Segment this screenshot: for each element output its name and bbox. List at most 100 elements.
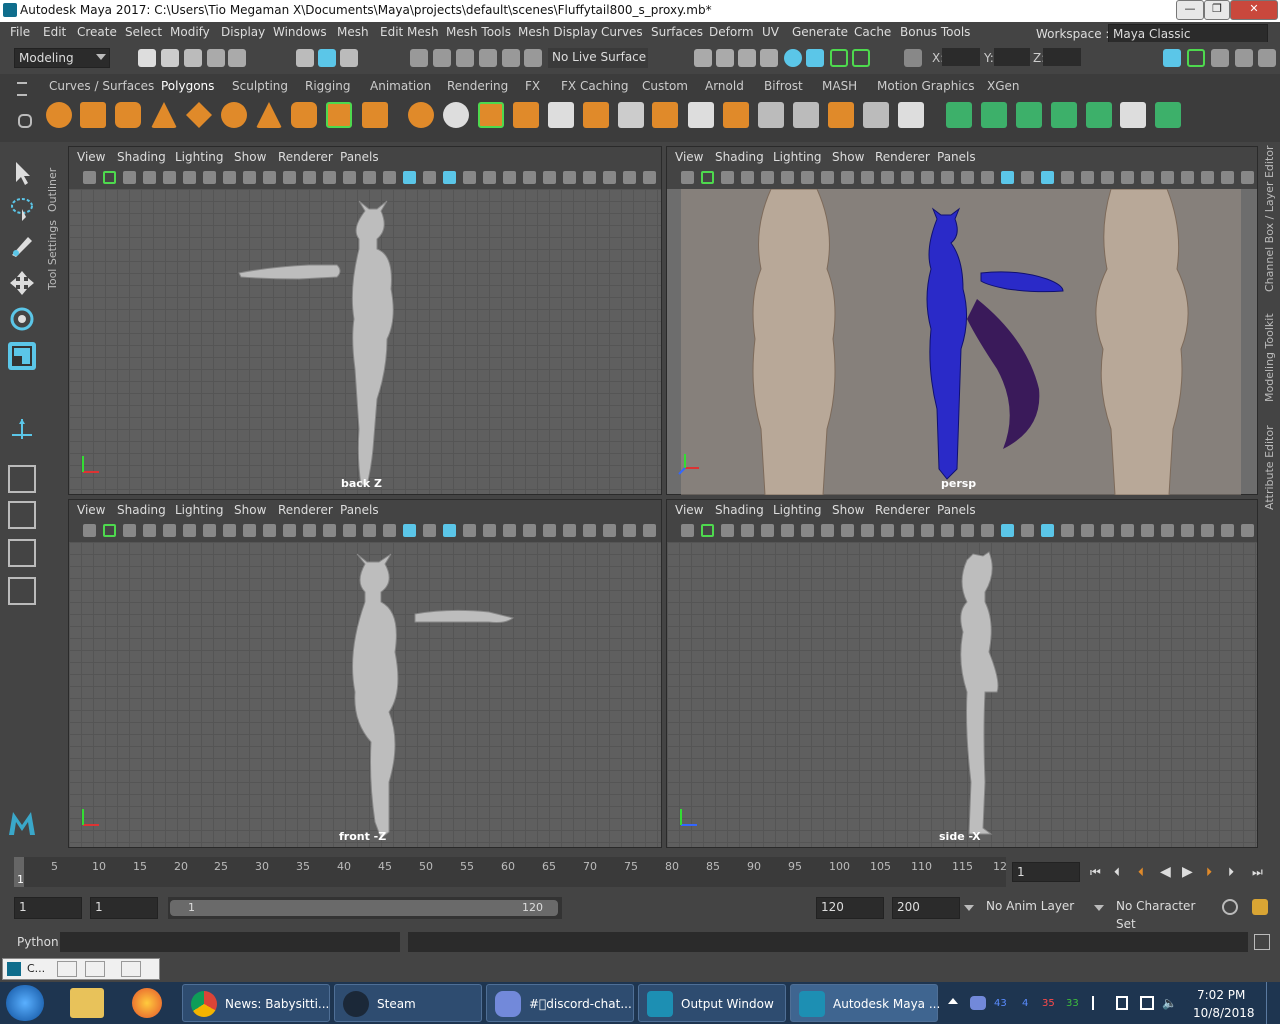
smooth-icon[interactable] (478, 102, 504, 128)
save-scene-icon[interactable] (184, 49, 202, 67)
firefox-icon[interactable] (132, 988, 162, 1018)
viewport-toolbar-icon[interactable] (243, 171, 256, 184)
viewport-toolbar-icon[interactable] (1101, 524, 1114, 537)
move-tool-icon[interactable] (8, 269, 36, 297)
ipr-render-icon[interactable] (738, 49, 756, 67)
channel-box-tab[interactable]: Channel Box / Layer Editor (1263, 145, 1279, 292)
soft-modification-icon[interactable] (8, 415, 36, 443)
viewport-toolbar-icon[interactable] (741, 524, 754, 537)
playback-start-field[interactable]: 1 (90, 897, 158, 919)
viewport-toolbar-icon[interactable] (861, 524, 874, 537)
taskbar-item-output-window[interactable]: Output Window (638, 984, 786, 1022)
lasso-tool-icon[interactable] (8, 195, 36, 223)
viewport-toolbar-icon[interactable] (503, 171, 516, 184)
viewport-toolbar-icon[interactable] (1001, 171, 1014, 184)
viewport-canvas[interactable]: back Z (69, 189, 661, 494)
z-coordinate-field[interactable] (1043, 48, 1081, 66)
viewport-toolbar-icon[interactable] (1041, 171, 1054, 184)
menu-select[interactable]: Select (125, 25, 162, 39)
viewport-toolbar-icon[interactable] (841, 171, 854, 184)
shelf-tab-rendering[interactable]: Rendering (447, 79, 508, 93)
script-language-label[interactable]: Python (17, 935, 59, 949)
layer-editor-icon[interactable] (1258, 49, 1276, 67)
viewport-toolbar-icon[interactable] (861, 171, 874, 184)
viewport-toolbar-icon[interactable] (1061, 524, 1074, 537)
menu-display[interactable]: Display (221, 25, 265, 39)
viewport-toolbar-icon[interactable] (403, 524, 416, 537)
shelf-tab-custom[interactable]: Custom (642, 79, 688, 93)
viewport-toolbar-icon[interactable] (801, 524, 814, 537)
relax-icon[interactable] (1086, 102, 1112, 128)
vp-menu-show[interactable]: Show (234, 150, 266, 164)
viewport-toolbar-icon[interactable] (1061, 171, 1074, 184)
restore-button[interactable]: ❐ (1204, 0, 1230, 20)
viewport-toolbar-icon[interactable] (283, 171, 296, 184)
viewport-toolbar-icon[interactable] (343, 171, 356, 184)
viewport-toolbar-icon[interactable] (1221, 524, 1234, 537)
shelf-tab-xgen[interactable]: XGen (987, 79, 1020, 93)
taskbar-item-steam[interactable]: Steam (334, 984, 482, 1022)
vp-menu-lighting[interactable]: Lighting (773, 150, 822, 164)
show-desktop-button[interactable] (1266, 982, 1279, 1024)
vp-menu-renderer[interactable]: Renderer (278, 503, 333, 517)
viewport-toolbar-icon[interactable] (921, 171, 934, 184)
animation-start-field[interactable]: 1 (14, 897, 82, 919)
viewport-toolbar-icon[interactable] (263, 524, 276, 537)
fill-hole-icon[interactable] (688, 102, 714, 128)
vp-menu-panels[interactable]: Panels (340, 503, 379, 517)
channel-box-icon[interactable] (1187, 49, 1205, 67)
menu-file[interactable]: File (10, 25, 30, 39)
poly-cone-icon[interactable] (151, 102, 177, 128)
viewport-toolbar-icon[interactable] (1201, 171, 1214, 184)
redo-icon[interactable] (228, 49, 246, 67)
transform-constraint-icon[interactable] (904, 49, 922, 67)
viewport-toolbar-icon[interactable] (701, 524, 714, 537)
viewport-front[interactable]: View Shading Lighting Show Renderer Pane… (68, 499, 662, 848)
vp-menu-view[interactable]: View (77, 503, 105, 517)
select-tool-icon[interactable] (8, 159, 36, 187)
viewport-toolbar-icon[interactable] (103, 171, 116, 184)
viewport-toolbar-icon[interactable] (603, 171, 616, 184)
go-to-end-icon[interactable]: ⏭ (1252, 865, 1268, 879)
viewport-toolbar-icon[interactable] (443, 524, 456, 537)
viewport-toolbar-icon[interactable] (761, 524, 774, 537)
snap-point-icon[interactable] (456, 49, 474, 67)
outliner-tab[interactable]: Outliner (46, 152, 62, 212)
viewport-toolbar-icon[interactable] (1241, 524, 1254, 537)
shelf-tab-arnold[interactable]: Arnold (705, 79, 744, 93)
combine-icon[interactable] (408, 102, 434, 128)
vp-menu-lighting[interactable]: Lighting (175, 150, 224, 164)
viewport-toolbar-icon[interactable] (643, 171, 656, 184)
viewport-toolbar-icon[interactable] (1081, 171, 1094, 184)
viewport-toolbar-icon[interactable] (563, 171, 576, 184)
maya-app-icon[interactable] (3, 3, 17, 17)
vp-menu-show[interactable]: Show (832, 503, 864, 517)
svg-icon[interactable] (362, 102, 388, 128)
mini-maximize-button[interactable] (85, 961, 105, 977)
transfer-attr-icon[interactable] (946, 102, 972, 128)
viewport-toolbar-icon[interactable] (681, 524, 694, 537)
clock-time[interactable]: 7:02 PM (1197, 988, 1245, 1002)
viewport-toolbar-icon[interactable] (643, 524, 656, 537)
vp-menu-lighting[interactable]: Lighting (773, 503, 822, 517)
menu-edit[interactable]: Edit (43, 25, 66, 39)
viewport-toolbar-icon[interactable] (721, 171, 734, 184)
shelf-tab-polygons[interactable]: Polygons (161, 79, 214, 93)
viewport-toolbar-icon[interactable] (781, 524, 794, 537)
viewport-toolbar-icon[interactable] (323, 524, 336, 537)
viewport-toolbar-icon[interactable] (203, 171, 216, 184)
viewport-canvas[interactable]: front -Z (69, 542, 661, 847)
shelf-tab-mash[interactable]: MASH (822, 79, 857, 93)
viewport-toolbar-icon[interactable] (1021, 524, 1034, 537)
viewport-toolbar-icon[interactable] (483, 524, 496, 537)
viewport-toolbar-icon[interactable] (761, 171, 774, 184)
viewport-toolbar-icon[interactable] (583, 171, 596, 184)
viewport-toolbar-icon[interactable] (1181, 171, 1194, 184)
playback-end-field[interactable]: 120 (816, 897, 884, 919)
viewport-toolbar-icon[interactable] (383, 524, 396, 537)
viewport-toolbar-icon[interactable] (881, 171, 894, 184)
menu-curves[interactable]: Curves (601, 25, 643, 39)
viewport-toolbar-icon[interactable] (523, 171, 536, 184)
snap-curve-icon[interactable] (433, 49, 451, 67)
viewport-toolbar-icon[interactable] (223, 524, 236, 537)
